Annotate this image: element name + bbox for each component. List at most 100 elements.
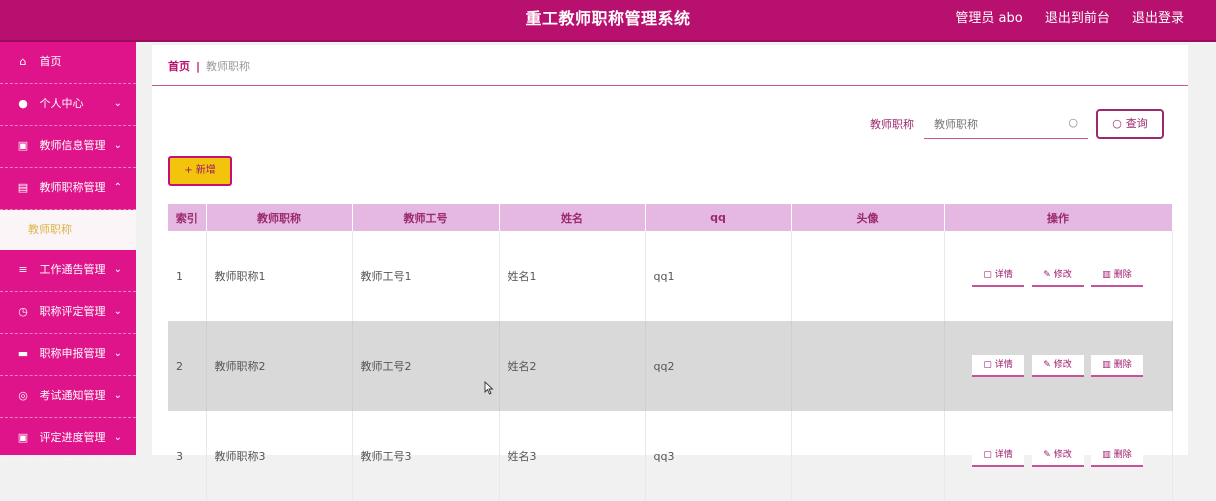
- breadcrumb-separator: |: [196, 60, 201, 73]
- cell-index: 3: [168, 411, 207, 501]
- sidebar-item-label: 职称评定管理: [39, 305, 106, 318]
- cell-avatar: [791, 411, 945, 501]
- chevron-down-icon: ⌄: [113, 390, 122, 401]
- edit-label: 修改: [1053, 270, 1072, 280]
- delete-button[interactable]: ▥ 删除: [1091, 355, 1143, 377]
- table-header-row: 索引 教师职称 教师工号 姓名 qq 头像 操作: [168, 204, 1173, 231]
- sidebar-subitem-label: 教师职称: [28, 223, 72, 236]
- detail-button[interactable]: ▢ 详情: [972, 265, 1024, 287]
- settings-icon: ◎: [18, 389, 28, 402]
- chevron-down-icon: ⌄: [113, 432, 122, 443]
- sidebar-item-title-evaluation[interactable]: ◷ 职称评定管理 ⌄: [0, 292, 136, 334]
- breadcrumb-home[interactable]: 首页: [168, 60, 190, 73]
- column-header-actions: 操作: [944, 204, 1173, 231]
- breadcrumb: 首页 | 教师职称: [152, 45, 1188, 86]
- briefcase-icon: ▬: [17, 347, 29, 360]
- sidebar-item-home[interactable]: ⌂ 首页: [0, 42, 136, 84]
- column-header-index: 索引: [168, 204, 207, 231]
- chevron-down-icon: ⌄: [113, 140, 122, 151]
- cell-index: 2: [168, 321, 207, 411]
- chevron-up-icon: ⌃: [113, 182, 122, 193]
- list-icon: ▤: [17, 181, 29, 194]
- sidebar-item-label: 教师信息管理: [39, 139, 106, 152]
- cell-qq: qq3: [645, 411, 792, 501]
- detail-button[interactable]: ▢ 详情: [972, 355, 1024, 377]
- query-button[interactable]: ○ 查询: [1096, 109, 1164, 139]
- sidebar-item-exam-notice[interactable]: ◎ 考试通知管理 ⌄: [0, 376, 136, 418]
- cell-index: 1: [168, 231, 207, 321]
- cell-name: 姓名2: [499, 321, 646, 411]
- delete-button[interactable]: ▥ 删除: [1091, 265, 1143, 287]
- column-header-name: 姓名: [499, 204, 646, 231]
- table-row: 2 教师职称2 教师工号2 姓名2 qq2 ▢ 详情 ✎ 修改 ▥ 删除: [168, 321, 1173, 411]
- main-panel: 首页 | 教师职称 教师职称 ○ ○查询 + 新增 索引 教师职称 教师工号 姓名 …: [152, 45, 1188, 501]
- column-header-title: 教师职称: [206, 204, 353, 231]
- edit-label: 修改: [1053, 360, 1072, 370]
- logout-link[interactable]: 退出登录: [1132, 11, 1184, 26]
- chevron-down-icon: ⌄: [113, 98, 122, 109]
- edit-icon: ✎: [1043, 270, 1051, 280]
- sidebar-item-label: 个人中心: [39, 97, 84, 110]
- chevron-down-icon: ⌄: [113, 306, 122, 317]
- sidebar-item-label: 职称申报管理: [39, 347, 106, 360]
- detail-label: 详情: [994, 270, 1013, 280]
- cell-teacher-no: 教师工号1: [352, 231, 500, 321]
- edit-label: 修改: [1053, 450, 1072, 460]
- search-input[interactable]: [924, 109, 1066, 139]
- delete-button[interactable]: ▥ 删除: [1091, 445, 1143, 467]
- cell-title: 教师职称2: [206, 321, 353, 411]
- header-right: 管理员 abo 退出到前台 退出登录: [937, 0, 1184, 40]
- cell-teacher-no: 教师工号2: [352, 321, 500, 411]
- edit-button[interactable]: ✎ 修改: [1031, 265, 1084, 287]
- detail-label: 详情: [994, 360, 1013, 370]
- sidebar-item-label: 工作通告管理: [39, 263, 106, 276]
- to-front-link[interactable]: 退出到前台: [1045, 11, 1110, 26]
- chevron-down-icon: ⌄: [113, 348, 122, 359]
- sidebar-subitem-teacher-title[interactable]: 教师职称: [0, 210, 136, 250]
- edit-icon: ✎: [1043, 450, 1051, 460]
- sidebar-item-label: 考试通知管理: [39, 389, 106, 402]
- delete-label: 删除: [1113, 270, 1132, 280]
- top-header: 重工教师职称管理系统 管理员 abo 退出到前台 退出登录: [0, 0, 1216, 42]
- cell-name: 姓名3: [499, 411, 646, 501]
- sidebar-item-teacher-info[interactable]: ▣ 教师信息管理 ⌄: [0, 126, 136, 168]
- trash-icon: ▥: [1102, 360, 1111, 370]
- detail-button[interactable]: ▢ 详情: [972, 445, 1024, 467]
- user-icon: ●: [18, 97, 28, 110]
- cell-avatar: [791, 321, 945, 411]
- mouse-cursor-icon: [484, 381, 494, 395]
- sidebar-item-progress[interactable]: ▣ 评定进度管理 ⌄: [0, 418, 136, 460]
- table-row: 1 教师职称1 教师工号1 姓名1 qq1 ▢ 详情 ✎ 修改 ▥ 删除: [168, 231, 1173, 321]
- clipboard-icon: ▣: [17, 431, 29, 444]
- sidebar: ⌂ 首页 ● 个人中心 ⌄ ▣ 教师信息管理 ⌄ ▤ 教师职称管理 ⌃ 教师职称…: [0, 42, 136, 460]
- search-icon: ○: [1112, 117, 1122, 130]
- trash-icon: ▥: [1102, 450, 1111, 460]
- admin-label: 管理员 abo: [955, 11, 1023, 26]
- sidebar-item-title-application[interactable]: ▬ 职称申报管理 ⌄: [0, 334, 136, 376]
- document-icon: ▢: [983, 360, 992, 370]
- delete-label: 删除: [1113, 450, 1132, 460]
- sidebar-item-title-management[interactable]: ▤ 教师职称管理 ⌃: [0, 168, 136, 210]
- chevron-down-icon: ⌄: [113, 264, 122, 275]
- clock-icon: ◷: [18, 305, 28, 318]
- home-icon: ⌂: [19, 55, 27, 68]
- cell-title: 教师职称1: [206, 231, 353, 321]
- search-label: 教师职称: [870, 118, 914, 131]
- sidebar-item-label: 评定进度管理: [39, 431, 106, 444]
- edit-button[interactable]: ✎ 修改: [1031, 445, 1084, 467]
- cell-actions: ▢ 详情 ✎ 修改 ▥ 删除: [944, 321, 1173, 411]
- cell-actions: ▢ 详情 ✎ 修改 ▥ 删除: [944, 411, 1173, 501]
- breadcrumb-current: 教师职称: [206, 60, 251, 73]
- edit-icon: ✎: [1043, 360, 1051, 370]
- sidebar-item-label: 教师职称管理: [39, 181, 106, 194]
- delete-label: 删除: [1113, 360, 1132, 370]
- cell-name: 姓名1: [499, 231, 646, 321]
- cell-qq: qq1: [645, 231, 792, 321]
- trash-icon: ▥: [1102, 270, 1111, 280]
- search-field: ○: [924, 109, 1088, 139]
- add-button[interactable]: + 新增: [168, 156, 232, 186]
- edit-button[interactable]: ✎ 修改: [1031, 355, 1084, 377]
- sidebar-item-personal-center[interactable]: ● 个人中心 ⌄: [0, 84, 136, 126]
- sidebar-item-work-notice[interactable]: ≡ 工作通告管理 ⌄: [0, 250, 136, 292]
- search-row: 教师职称 ○ ○查询: [870, 108, 1164, 140]
